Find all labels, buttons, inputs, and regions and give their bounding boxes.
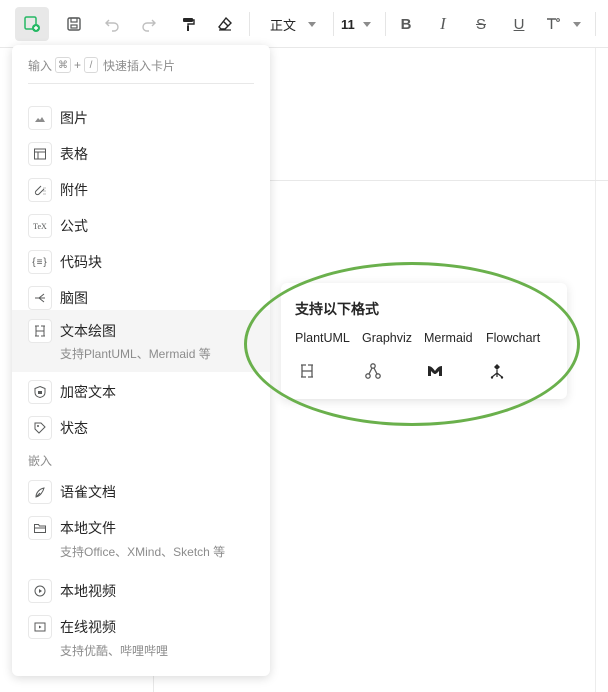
- menu-item-table[interactable]: 表格: [12, 136, 270, 172]
- save-icon: [67, 17, 81, 31]
- menu-item-label: 代码块: [60, 254, 102, 270]
- paragraph-style-select[interactable]: 正文: [270, 12, 330, 36]
- bold-icon: B: [400, 15, 412, 33]
- bold-button[interactable]: B: [394, 12, 418, 36]
- hint-suffix: 快速插入卡片: [103, 58, 176, 73]
- menu-item-image[interactable]: 图片: [12, 100, 270, 136]
- menu-item-label: 表格: [60, 146, 88, 162]
- toolbar-divider: [595, 12, 596, 36]
- insert-card-menu: 输入 ⌘ + / 快速插入卡片 图片 表格 附件 TeX 公式 {≡} 代码块: [12, 45, 270, 676]
- text-style-icon: [547, 18, 560, 29]
- code-block-icon: {≡}: [28, 250, 52, 274]
- menu-item-attachment[interactable]: 附件: [12, 172, 270, 208]
- menu-item-local-video[interactable]: 本地视频: [12, 573, 270, 609]
- mindmap-icon: [28, 286, 52, 310]
- menu-item-sublabel: 支持PlantUML、Mermaid 等: [60, 347, 211, 361]
- tex-formula-icon: TeX: [28, 214, 52, 238]
- italic-icon: I: [440, 14, 446, 33]
- menu-item-status[interactable]: 状态: [12, 410, 270, 446]
- underline-icon: U: [513, 15, 525, 33]
- editor-right-border: [595, 48, 596, 692]
- text-diagram-formats-popover: 支持以下格式 PlantUML Graphviz Mermaid Flowcha…: [281, 283, 567, 399]
- menu-item-label: 加密文本: [60, 384, 116, 400]
- chevron-down-icon: [573, 21, 581, 27]
- menu-item-label: 语雀文档: [60, 484, 116, 500]
- menu-item-encrypted-text[interactable]: 加密文本: [12, 374, 270, 410]
- title-separator: [269, 180, 608, 181]
- strikethrough-button[interactable]: S: [469, 12, 493, 36]
- insert-card-button[interactable]: [15, 7, 49, 41]
- menu-item-label: 文本绘图: [60, 323, 116, 339]
- status-tag-icon: [28, 416, 52, 440]
- format-painter-button[interactable]: [176, 12, 200, 36]
- embed-section-title: 嵌入: [28, 454, 53, 468]
- menu-item-local-file[interactable]: 本地文件 支持Office、XMind、Sketch 等: [12, 510, 270, 566]
- menu-item-label: 在线视频: [60, 619, 116, 635]
- menu-item-label: 附件: [60, 182, 88, 198]
- menu-item-label: 图片: [60, 110, 88, 126]
- editor-toolbar: 正文 11 B I S U: [0, 0, 608, 48]
- flowchart-icon: [485, 359, 509, 383]
- folder-icon: [28, 516, 52, 540]
- encrypted-text-icon: [28, 380, 52, 404]
- save-button[interactable]: [62, 12, 86, 36]
- command-key: ⌘: [55, 57, 72, 73]
- image-icon: [28, 106, 52, 130]
- format-graphviz-label: Graphviz: [362, 331, 413, 345]
- font-size-value: 11: [341, 16, 355, 32]
- text-diagram-icon: [28, 319, 52, 343]
- online-video-icon: [28, 615, 52, 639]
- slash-key: /: [84, 57, 99, 73]
- menu-item-online-video[interactable]: 在线视频 支持优酷、哔哩哔哩: [12, 609, 270, 665]
- menu-item-label: 本地文件: [60, 520, 116, 536]
- table-icon: [28, 142, 52, 166]
- hint-plus: +: [74, 58, 82, 72]
- yuque-doc-icon: [28, 480, 52, 504]
- toolbar-divider: [385, 12, 386, 36]
- plantuml-icon: [295, 359, 319, 383]
- menu-item-formula[interactable]: TeX 公式: [12, 208, 270, 244]
- shortcut-hint: 输入 ⌘ + / 快速插入卡片: [28, 55, 175, 75]
- strikethrough-icon: S: [475, 15, 486, 33]
- insert-card-icon: [24, 16, 40, 32]
- clear-format-button[interactable]: [213, 12, 237, 36]
- menu-item-sublabel: 支持Office、XMind、Sketch 等: [60, 545, 226, 559]
- popover-title: 支持以下格式: [295, 301, 379, 317]
- format-plantuml-label: PlantUML: [295, 331, 350, 345]
- format-flowchart-label: Flowchart: [486, 331, 541, 345]
- format-painter-icon: [183, 18, 195, 31]
- menu-item-sublabel: 支持优酷、哔哩哔哩: [60, 644, 169, 658]
- local-video-icon: [28, 579, 52, 603]
- menu-item-yuque-doc[interactable]: 语雀文档: [12, 474, 270, 510]
- graphviz-icon: [361, 359, 385, 383]
- menu-item-label: 公式: [60, 218, 88, 234]
- chevron-down-icon: [308, 21, 317, 27]
- underline-button[interactable]: U: [507, 12, 531, 36]
- menu-item-label: 脑图: [60, 290, 88, 306]
- menu-item-label: 状态: [60, 420, 88, 436]
- toolbar-divider: [333, 12, 334, 36]
- chevron-down-icon: [362, 21, 371, 27]
- menu-item-code-block[interactable]: {≡} 代码块: [12, 244, 270, 280]
- undo-icon: [105, 19, 119, 32]
- menu-item-text-diagram[interactable]: 文本绘图 支持PlantUML、Mermaid 等: [12, 310, 270, 372]
- menu-item-label: 本地视频: [60, 583, 116, 599]
- italic-button[interactable]: I: [431, 12, 455, 36]
- font-size-select[interactable]: 11: [341, 12, 381, 36]
- eraser-icon: [218, 16, 232, 31]
- attachment-icon: [28, 178, 52, 202]
- paragraph-style-value: 正文: [270, 17, 297, 33]
- redo-icon: [142, 19, 156, 32]
- toolbar-divider: [249, 12, 250, 36]
- mermaid-icon: [423, 359, 447, 383]
- hint-prefix: 输入: [28, 58, 53, 73]
- redo-button[interactable]: [137, 12, 161, 36]
- undo-button[interactable]: [100, 12, 124, 36]
- menu-divider: [28, 83, 254, 84]
- format-mermaid-label: Mermaid: [424, 331, 473, 345]
- text-style-more-button[interactable]: [545, 12, 589, 36]
